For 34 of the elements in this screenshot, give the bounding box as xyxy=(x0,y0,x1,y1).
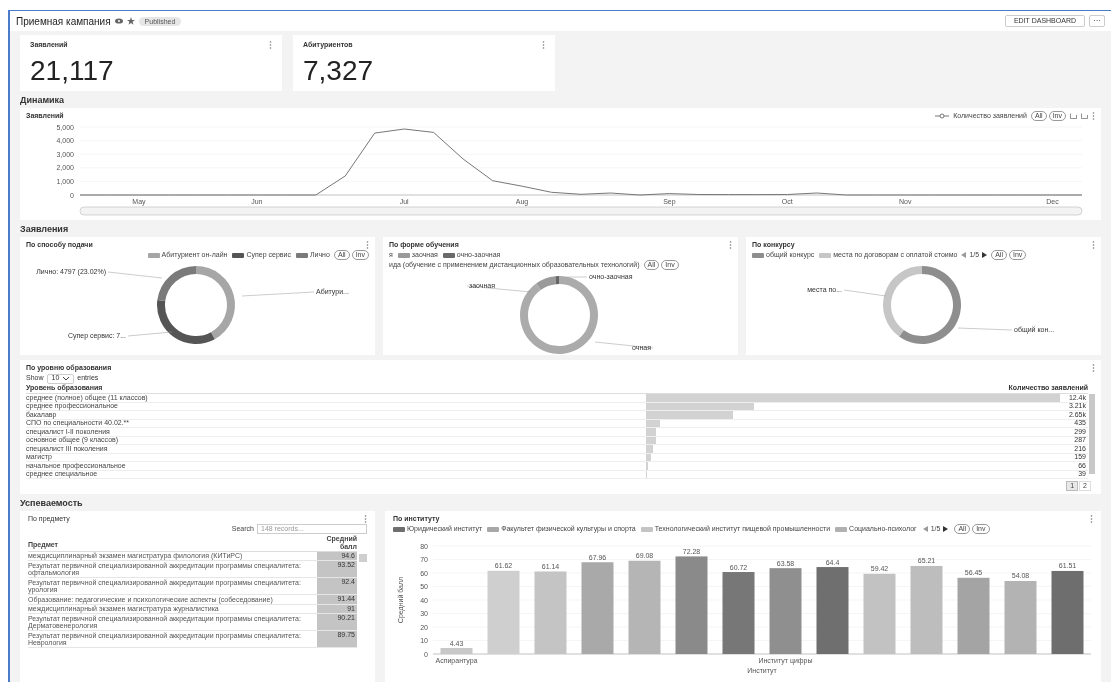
scrollbar xyxy=(359,553,367,562)
kpi-value: 21,117 xyxy=(30,55,115,86)
leader-line xyxy=(594,341,654,349)
section-heading: Успеваемость xyxy=(20,498,84,509)
more-icon[interactable] xyxy=(1092,241,1095,249)
previous-icon[interactable] xyxy=(961,252,967,258)
more-icon[interactable] xyxy=(729,241,732,249)
legend-line-icon xyxy=(935,113,950,119)
chevron-down-icon xyxy=(63,376,70,381)
more-button[interactable]: ··· xyxy=(1089,15,1105,27)
section-heading: Заявления xyxy=(20,224,70,235)
previous-icon[interactable] xyxy=(922,526,928,532)
star-icon[interactable] xyxy=(126,17,135,25)
zoom-slider[interactable] xyxy=(79,206,1083,216)
kpi-value: 7,327 xyxy=(303,55,375,86)
more-icon[interactable] xyxy=(1092,364,1095,372)
more-icon[interactable] xyxy=(364,515,367,523)
more-icon[interactable] xyxy=(269,41,272,50)
leader-line xyxy=(127,331,173,337)
bar xyxy=(440,648,473,654)
eye-icon[interactable] xyxy=(114,18,123,24)
dashboard-title: Приемная кампания xyxy=(16,14,111,29)
leader-line xyxy=(107,271,163,279)
more-icon[interactable] xyxy=(1090,515,1093,523)
leader-line xyxy=(466,285,532,293)
leader-line xyxy=(957,327,1013,331)
leader-line xyxy=(566,276,588,278)
leader-line xyxy=(843,289,887,297)
more-icon[interactable] xyxy=(542,41,545,50)
more-icon[interactable] xyxy=(366,241,369,249)
section-heading: Динамика xyxy=(20,95,66,106)
more-icon[interactable] xyxy=(1092,112,1095,120)
next-icon[interactable] xyxy=(943,526,949,532)
next-icon[interactable] xyxy=(982,252,988,258)
